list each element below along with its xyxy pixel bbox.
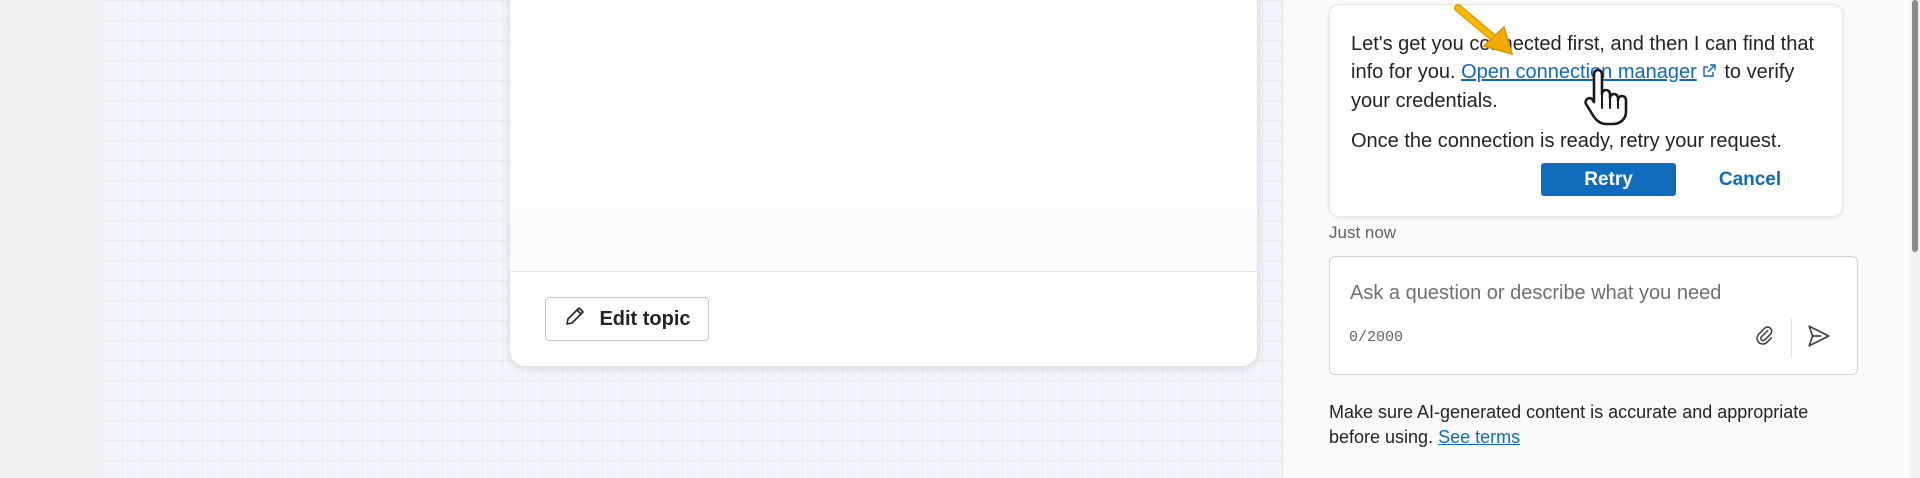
character-counter: 0/2000	[1349, 329, 1404, 346]
see-terms-link[interactable]: See terms	[1438, 427, 1520, 447]
input-divider	[1791, 318, 1792, 358]
topic-card-footer: Edit topic	[510, 271, 1257, 366]
topic-card: Edit topic	[509, 0, 1258, 367]
left-navigation-strip	[0, 0, 102, 478]
chat-scrollbar[interactable]	[1910, 0, 1920, 478]
edit-topic-button[interactable]: Edit topic	[545, 297, 709, 341]
cancel-button[interactable]: Cancel	[1700, 163, 1800, 196]
message-timestamp: Just now	[1329, 223, 1397, 242]
send-icon	[1806, 323, 1832, 354]
topic-card-body	[510, 0, 1257, 271]
chat-input-box: 0/2000	[1329, 256, 1858, 375]
retry-button[interactable]: Retry	[1541, 163, 1676, 196]
pencil-icon	[563, 304, 587, 334]
edit-topic-label: Edit topic	[599, 307, 691, 330]
paperclip-icon	[1754, 325, 1776, 352]
send-button[interactable]	[1801, 321, 1837, 355]
disclaimer-text: Make sure AI-generated content is accura…	[1329, 402, 1809, 447]
ai-disclaimer: Make sure AI-generated content is accura…	[1329, 400, 1849, 450]
message-text-second: Once the connection is ready, retry your…	[1351, 130, 1782, 152]
scrollbar-thumb[interactable]	[1912, 0, 1918, 252]
hand-cursor-icon	[1582, 68, 1636, 131]
external-link-icon	[1701, 59, 1717, 87]
arrow-icon	[1452, 2, 1522, 67]
attach-button[interactable]	[1748, 321, 1782, 355]
chat-input[interactable]	[1348, 277, 1832, 309]
